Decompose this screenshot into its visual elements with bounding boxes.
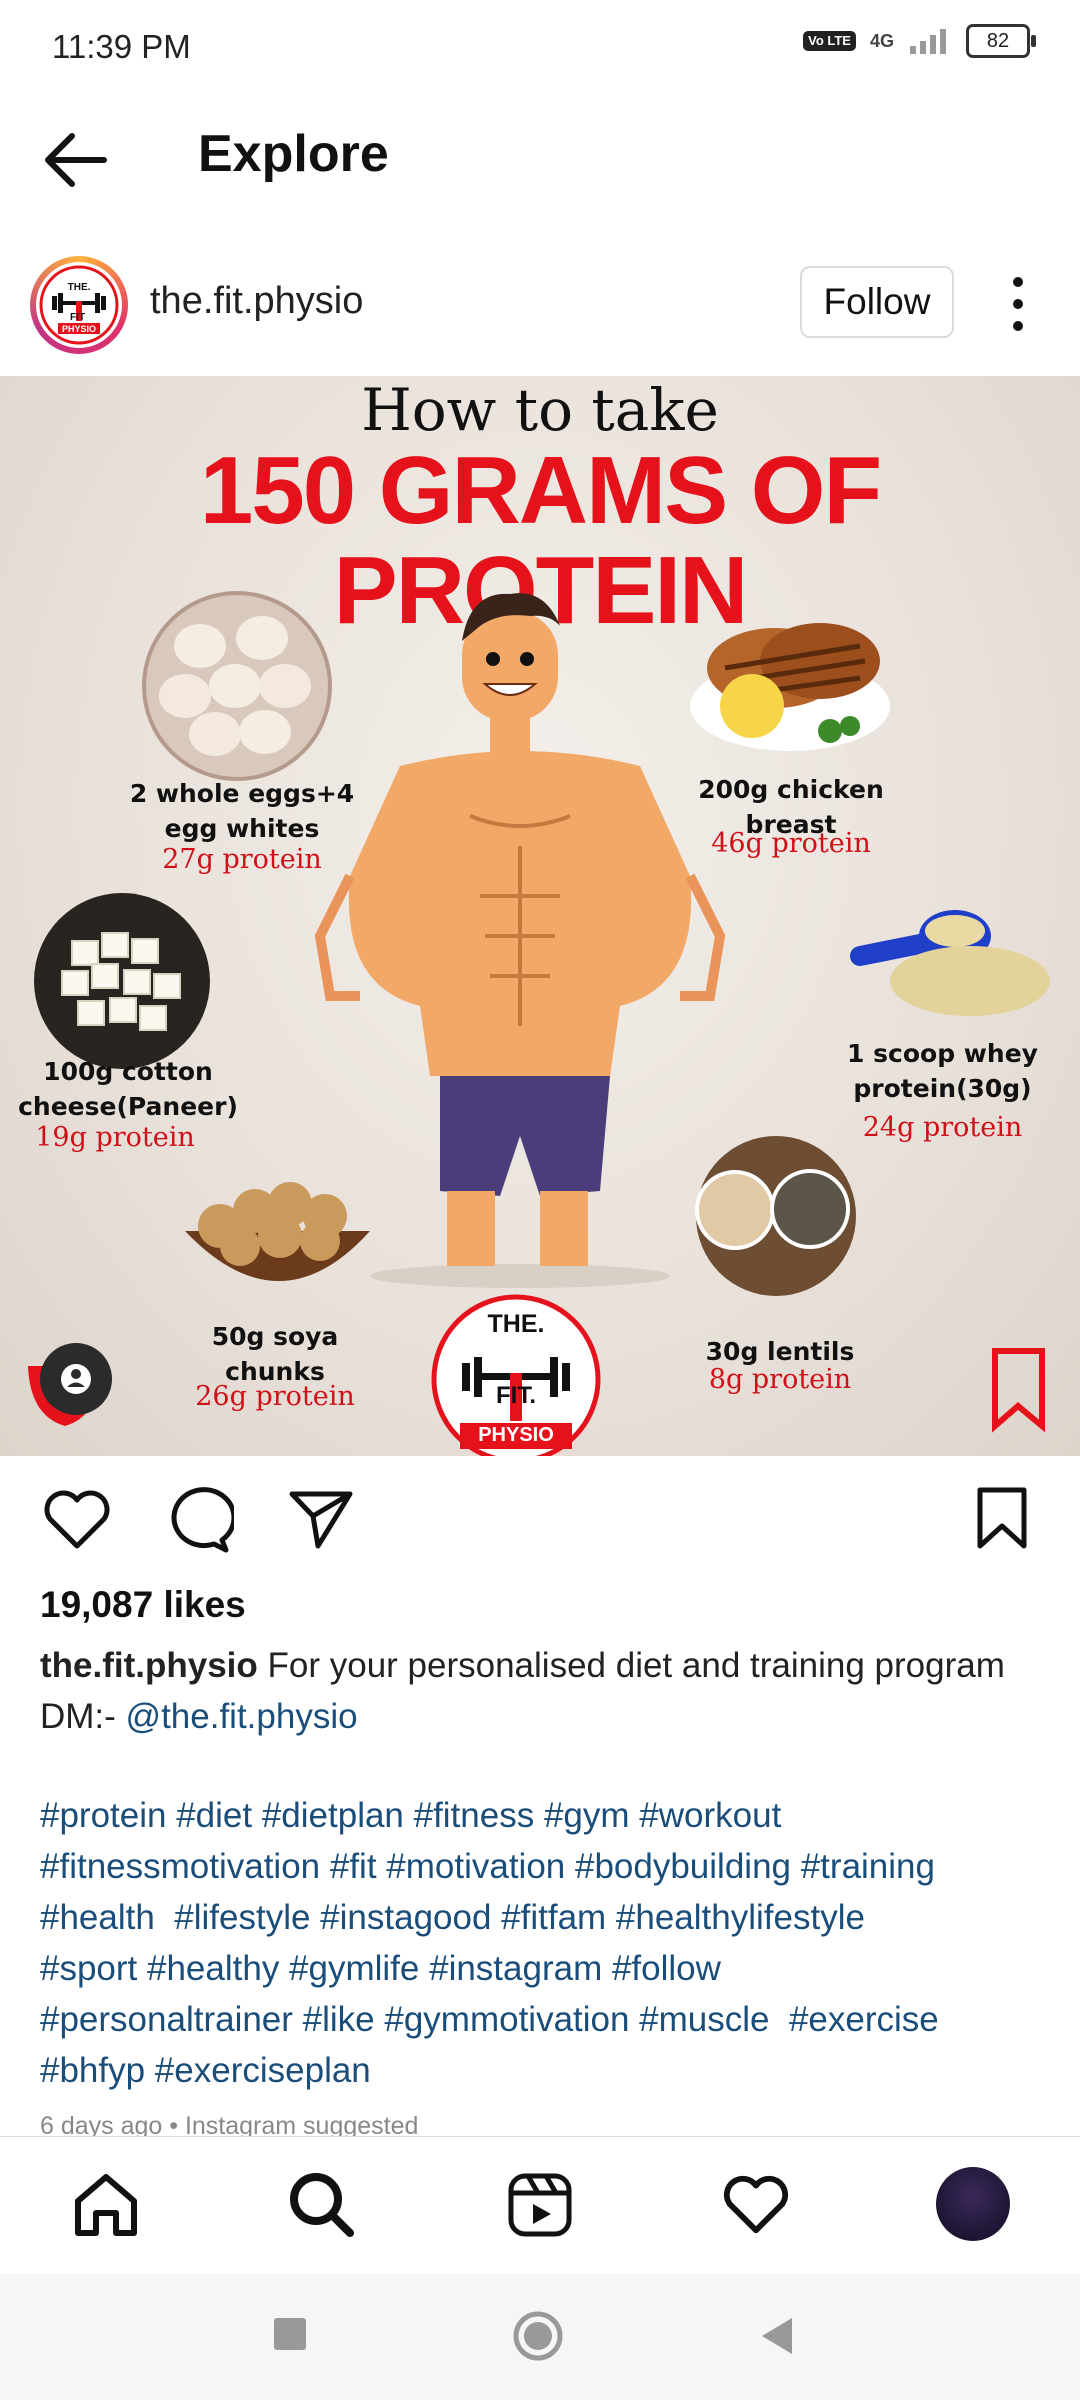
svg-text:THE.: THE. (68, 282, 91, 293)
food-protein-whey: 24g protein (862, 1112, 1023, 1143)
signal-icon (910, 29, 946, 54)
post-header: THE. FIT PHYSIO the.fit.physio Follow (0, 236, 1080, 376)
share-send-icon[interactable] (288, 1488, 354, 1550)
network-label: 4G (869, 30, 894, 51)
lentils-image (695, 1136, 856, 1296)
top-bar: Explore (0, 100, 1080, 220)
svg-text:FIT: FIT (70, 312, 85, 323)
page-title: Explore (198, 125, 389, 183)
reels-icon[interactable] (506, 2171, 574, 2239)
svg-text:PHYSIO: PHYSIO (62, 324, 96, 334)
save-bookmark-icon[interactable] (974, 1486, 1030, 1552)
eggs-image (142, 591, 332, 781)
soya-chunks-image (185, 1182, 370, 1281)
caption-username[interactable]: the.fit.physio (40, 1646, 258, 1685)
food-label-eggs: 2 whole eggs+4 egg whites (129, 779, 355, 843)
caption: the.fit.physio For your personalised die… (40, 1640, 1050, 1742)
bookmark-corner-icon (992, 1348, 1045, 1433)
home-circle-icon[interactable] (512, 2310, 564, 2362)
food-protein-chicken: 46g protein (711, 828, 871, 859)
search-icon[interactable] (288, 2171, 356, 2239)
food-protein-lentils: 8g protein (708, 1364, 852, 1395)
logo-text-3: PHYSIO (478, 1424, 554, 1446)
post-actions (0, 1456, 1080, 1576)
tag-people-icon (28, 1343, 112, 1426)
status-bar: 11:39 PM Vo LTE 4G 82 (0, 0, 1080, 100)
follow-button[interactable]: Follow (800, 266, 954, 338)
home-icon[interactable] (72, 2171, 140, 2239)
food-protein-soya: 26g protein (195, 1381, 355, 1412)
whey-scoop-image (850, 910, 1050, 1016)
food-label-paneer: 100g cotton cheese(Paneer) (18, 1057, 238, 1121)
food-protein-paneer: 19g protein (35, 1122, 195, 1153)
like-heart-icon[interactable] (42, 1488, 112, 1552)
logo-text-1: THE. (487, 1310, 545, 1338)
comment-icon[interactable] (164, 1486, 234, 1554)
status-time: 11:39 PM (52, 28, 191, 65)
activity-heart-icon[interactable] (722, 2173, 790, 2237)
food-label-whey: 1 scoop whey protein(30g) (847, 1039, 1038, 1103)
food-protein-eggs: 27g protein (162, 844, 322, 875)
logo-text-2: FIT. (496, 1382, 536, 1409)
paneer-image (34, 893, 210, 1069)
caption-mention-link[interactable]: @the.fit.physio (126, 1697, 358, 1736)
volte-icon: Vo LTE (803, 31, 856, 51)
bottom-nav (0, 2136, 1080, 2275)
avatar[interactable]: THE. FIT PHYSIO (30, 256, 128, 354)
caption-hashtags[interactable]: #protein #diet #dietplan #fitness #gym #… (40, 1790, 1060, 2096)
profile-avatar-icon[interactable] (936, 2167, 1010, 2241)
status-icons: Vo LTE 4G 82 (803, 24, 1036, 58)
battery-icon: 82 (966, 24, 1036, 58)
more-options-icon[interactable] (1004, 274, 1032, 334)
post-image[interactable]: How to take 150 GRAMS OF PROTEIN THE. FI… (0, 376, 1080, 1456)
food-label-soya: 50g soya chunks (211, 1322, 339, 1386)
back-triangle-icon[interactable] (758, 2314, 796, 2358)
dumbbell-logo-icon: THE. FIT PHYSIO (39, 265, 119, 345)
bodybuilder-illustration (314, 593, 726, 1288)
arrow-left-icon[interactable] (40, 130, 110, 190)
like-count[interactable]: 19,087 likes (40, 1584, 246, 1626)
system-nav-bar (0, 2274, 1080, 2400)
food-illustrations (28, 591, 1050, 1456)
recents-square-icon[interactable] (272, 2316, 308, 2352)
chicken-image (690, 623, 890, 751)
post-username[interactable]: the.fit.physio (150, 280, 363, 323)
